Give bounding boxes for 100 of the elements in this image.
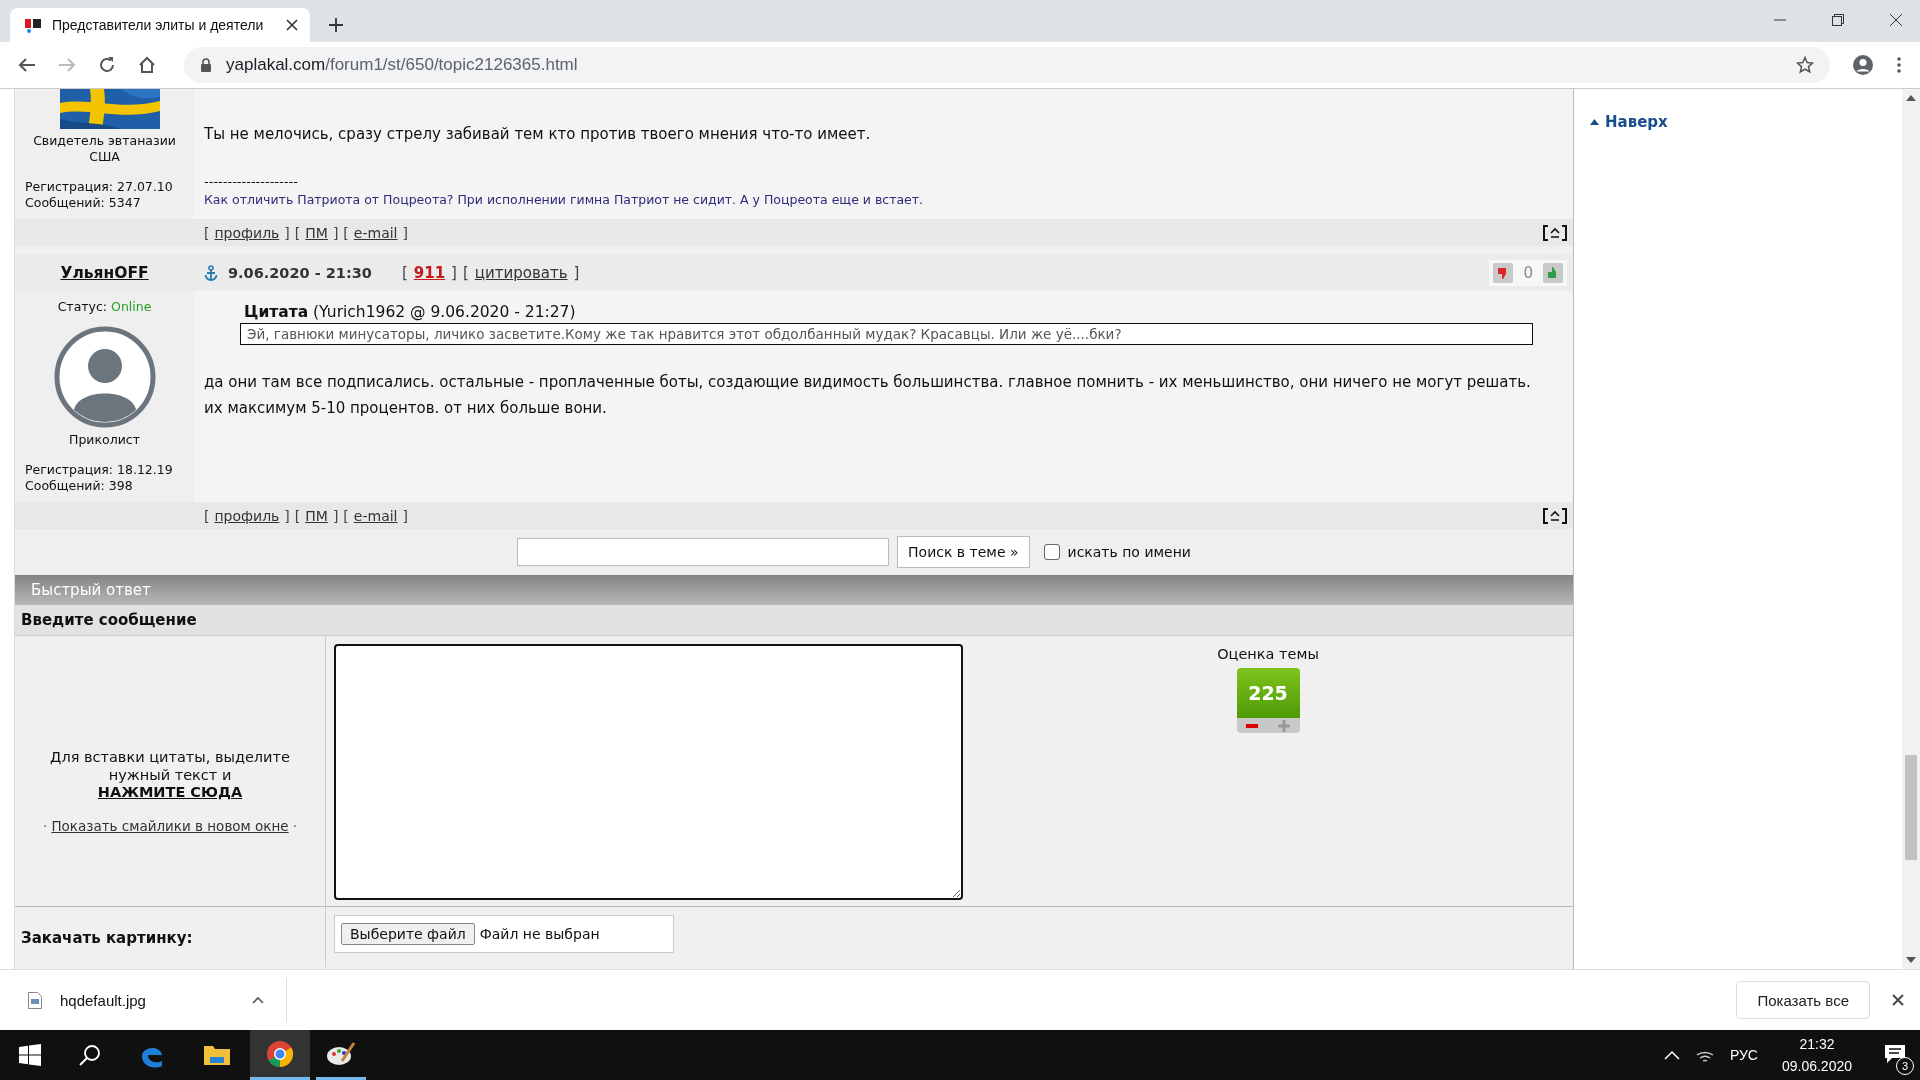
notification-count: 3 — [1896, 1056, 1914, 1075]
quote-insert-link[interactable]: НАЖМИТЕ СЮДА — [97, 784, 243, 800]
bullet: · — [43, 818, 48, 834]
author-link[interactable]: УльянOFF — [60, 263, 149, 282]
back-to-top-link[interactable]: Наверх — [1605, 113, 1668, 131]
home-icon[interactable] — [138, 56, 156, 74]
post-date: 9.06.2020 - 21:30 — [228, 264, 372, 281]
download-item[interactable]: hqdefault.jpg — [0, 978, 287, 1022]
quote-header: Цитата (Yurich1962 @ 9.06.2020 - 21:27) — [244, 303, 577, 321]
bracket: [ — [204, 507, 210, 524]
quote-link[interactable]: цитировать — [474, 263, 568, 282]
post-text: Ты не мелочись, сразу стрелу забивай тем кто против твоего мнения что-то имеет. — [204, 124, 872, 145]
registration-date: Регистрация: 18.12.19 — [25, 462, 173, 478]
restore-icon[interactable] — [1832, 14, 1844, 26]
browser-tab[interactable]: Представители элиты и деятели — [10, 8, 310, 42]
bracket: ] — [332, 507, 339, 524]
quick-reply-header: Быстрый ответ — [15, 575, 1573, 605]
thumbs-up-icon[interactable] — [1543, 262, 1563, 283]
bracket: ] — [332, 224, 339, 241]
close-icon[interactable] — [1892, 994, 1904, 1006]
checkbox[interactable] — [1043, 544, 1060, 560]
bracket: [ — [204, 224, 210, 241]
post-text: да они там все подписались. остальные - проплаченные боты, создающие видимость большинства. главное помнить - их меньшинство, они ничего не могут решать. их максимум 5-10 процентов. от них больше вони. — [204, 372, 1532, 419]
clock-time[interactable]: 21:32 — [1799, 1033, 1835, 1055]
bracket: [ — [343, 507, 349, 524]
profile-link[interactable]: профиль — [214, 507, 280, 524]
scrollbar-thumb[interactable] — [1905, 755, 1917, 860]
profile-link[interactable]: ПМ — [305, 507, 328, 524]
choose-file-button[interactable]: Выберите файл — [341, 923, 475, 945]
menu-icon[interactable] — [1896, 56, 1902, 74]
post-rating-link[interactable]: 911 — [413, 263, 446, 282]
bookmark-star-icon[interactable] — [1796, 56, 1814, 74]
thumbs-down-icon[interactable] — [1493, 262, 1514, 283]
tab-title: Представители элиты и деятели — [52, 17, 265, 33]
lock-icon — [200, 58, 212, 72]
message-field[interactable] — [334, 644, 963, 900]
show-all-button[interactable]: Показать все — [1736, 981, 1870, 1019]
bracket: ] — [284, 224, 290, 241]
bracket: ] — [451, 263, 457, 282]
message-count: Сообщений: 398 — [25, 478, 134, 494]
reload-icon[interactable] — [98, 56, 116, 74]
profile-link[interactable]: e-mail — [353, 507, 398, 524]
close-icon[interactable] — [1890, 14, 1902, 26]
bracket: [ — [462, 263, 469, 282]
minus-icon[interactable] — [1246, 723, 1259, 728]
scroll-up-arrow-icon[interactable] — [1906, 95, 1916, 101]
close-icon[interactable] — [286, 19, 298, 31]
signature-rule: -------------------- — [204, 173, 299, 191]
anchor-icon[interactable] — [204, 264, 218, 281]
account-icon[interactable] — [1852, 54, 1874, 76]
smileys-link[interactable]: Показать смайлики в новом окне — [51, 818, 289, 834]
profile-link[interactable]: профиль — [214, 224, 280, 241]
scroll-down-arrow-icon[interactable] — [1906, 957, 1916, 963]
bracket: ] — [402, 507, 408, 524]
signature-text: Как отличить Патриота от Поцреота? При исполнении гимна Патриот не сидит. А у Поцреота еще и встает. — [204, 191, 924, 209]
rating-title: Оценка темы — [1217, 646, 1319, 662]
profile-link[interactable]: ПМ — [305, 224, 328, 241]
message-count: Сообщений: 5347 — [25, 195, 142, 211]
scroll-up-icon[interactable] — [1543, 507, 1567, 524]
up-triangle-icon — [1590, 119, 1599, 125]
paint-palette-icon[interactable] — [326, 1040, 356, 1067]
windows-start-icon[interactable] — [19, 1044, 41, 1066]
topic-rating: 225 — [1236, 668, 1300, 718]
upload-label: Закачать картинку: — [21, 929, 193, 947]
download-filename: hqdefault.jpg — [60, 991, 147, 1009]
language-indicator[interactable]: РУС — [1729, 1047, 1758, 1063]
chevron-up-icon[interactable] — [252, 996, 264, 1004]
search-button[interactable]: Поиск в теме » — [897, 536, 1030, 568]
chrome-icon[interactable] — [266, 1039, 294, 1068]
bracket: [ — [294, 224, 301, 241]
registration-date: Регистрация: 27.07.10 — [25, 179, 173, 195]
bracket: ] — [284, 507, 290, 524]
file-status: Файл не выбран — [479, 926, 600, 942]
user-title: Свидетель эвтаназии США — [32, 133, 177, 165]
notifications-icon[interactable] — [1884, 1043, 1906, 1064]
online-status: Online — [111, 299, 152, 314]
bracket: ] — [573, 263, 580, 282]
folder-icon[interactable] — [203, 1043, 231, 1067]
default-avatar-icon — [53, 326, 156, 428]
status-label: Статус: — [57, 299, 108, 314]
bracket: ] — [402, 224, 408, 241]
search-field[interactable] — [517, 538, 890, 566]
search-icon[interactable] — [79, 1044, 101, 1066]
profile-link[interactable]: e-mail — [353, 224, 398, 241]
checkbox-label: искать по имени — [1067, 544, 1191, 560]
new-tab-icon[interactable] — [328, 17, 344, 33]
back-arrow-icon[interactable] — [18, 57, 36, 73]
bracket: [ — [294, 507, 301, 524]
address-field[interactable]: yaplakal.com/forum1/st/650/topic2126365.html — [184, 47, 1830, 83]
quote-text: Эй, гавнюки минусаторы, личико засветите.Кому же так нравится этот обдолбанный мудак? Красавцы. Или же уё....бки? — [240, 323, 1533, 345]
scroll-up-icon[interactable] — [1543, 224, 1567, 241]
clock-date[interactable]: 09.06.2020 — [1781, 1055, 1852, 1077]
site-logo-icon — [24, 17, 42, 33]
bullet: · — [292, 818, 297, 834]
bracket: [ — [401, 263, 408, 282]
bracket: [ — [343, 224, 349, 241]
hint-text: Для вставки цитаты, выделите нужный текст и — [50, 748, 290, 784]
section-header: Введите сообщение — [15, 605, 1573, 636]
file-field[interactable]: Выберите файл Файл не выбран — [334, 915, 674, 953]
image-file-icon — [28, 991, 42, 1009]
